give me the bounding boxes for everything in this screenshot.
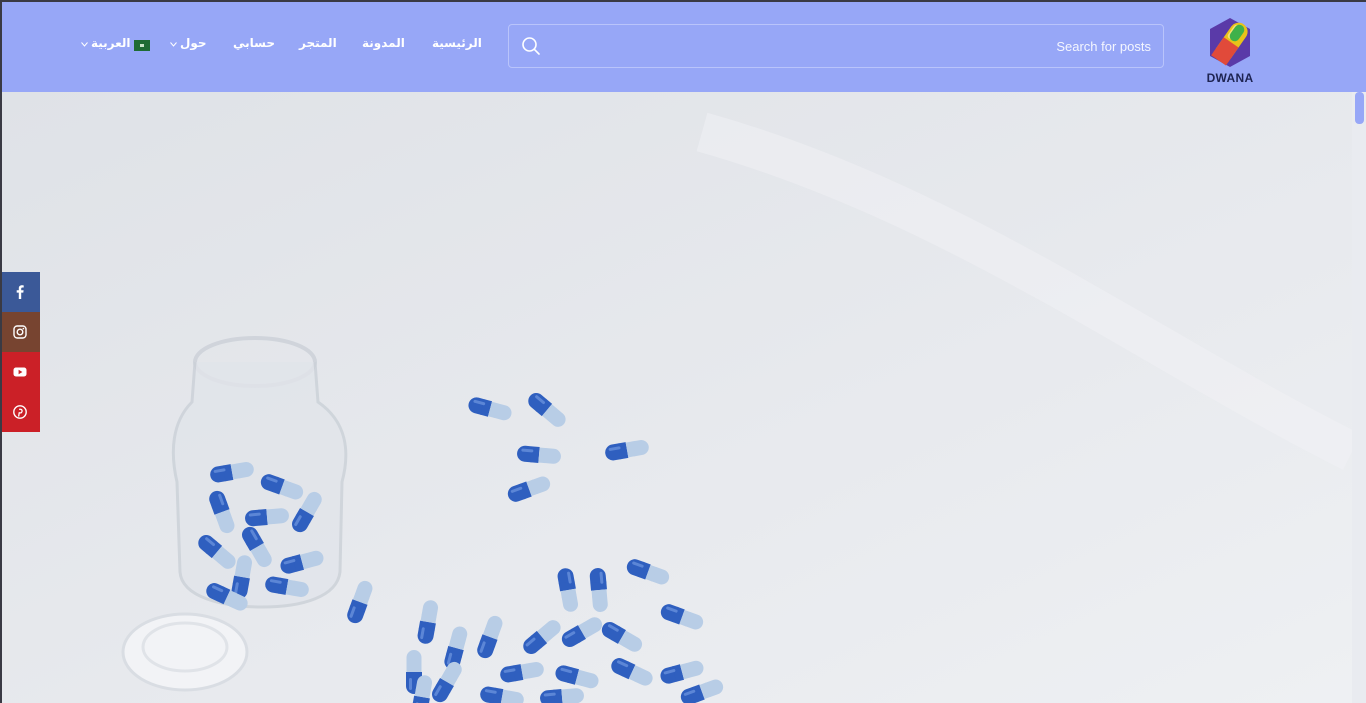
site-logo[interactable]: DWANA <box>1202 16 1258 88</box>
instagram-icon <box>13 325 27 339</box>
youtube-button[interactable] <box>2 352 40 392</box>
pinterest-button[interactable] <box>2 392 40 432</box>
logo-capsule-icon <box>1210 18 1250 67</box>
instagram-button[interactable] <box>2 312 40 352</box>
nav-item-home[interactable]: الرئيسية <box>432 36 482 50</box>
facebook-icon <box>16 285 24 299</box>
jar-lid <box>121 612 249 692</box>
hero-image-pills <box>2 92 1352 703</box>
social-share-bar <box>2 272 40 432</box>
search-icon[interactable] <box>521 36 541 56</box>
pinterest-icon <box>13 405 27 419</box>
scrollbar-track[interactable] <box>1352 92 1366 703</box>
search-box <box>508 24 1164 68</box>
chevron-down-icon <box>170 42 177 47</box>
chevron-down-icon <box>81 42 88 47</box>
logo-text: DWANA <box>1206 71 1254 85</box>
page: DWANA الرئيسية المدونة المتجر حسابي حول … <box>2 2 1366 703</box>
search-input[interactable] <box>553 25 1151 67</box>
site-header: DWANA الرئيسية المدونة المتجر حسابي حول … <box>2 2 1366 92</box>
saudi-flag-icon <box>134 40 150 51</box>
scrollbar-thumb[interactable] <box>1355 92 1364 124</box>
nav-item-blog[interactable]: المدونة <box>362 36 405 50</box>
main-nav: الرئيسية المدونة المتجر حسابي حول العربي… <box>2 36 502 58</box>
nav-item-language[interactable]: العربية <box>91 36 131 50</box>
nav-item-store[interactable]: المتجر <box>299 36 337 50</box>
youtube-icon <box>13 367 27 377</box>
nav-item-about[interactable]: حول <box>180 36 207 50</box>
nav-item-account[interactable]: حسابي <box>233 36 275 50</box>
facebook-button[interactable] <box>2 272 40 312</box>
